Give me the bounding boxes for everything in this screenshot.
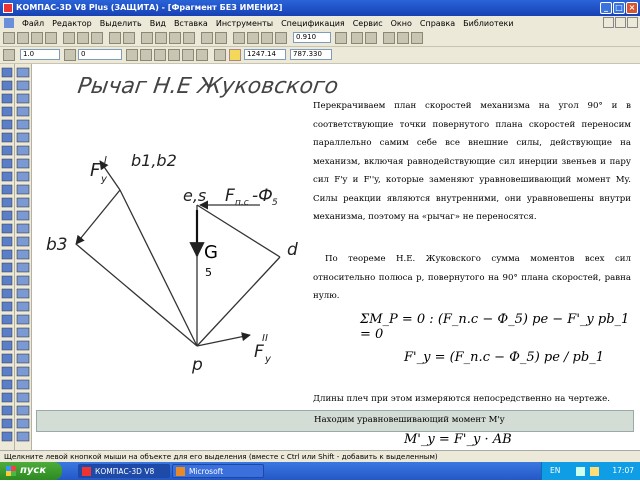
system-tray: EN 17:07 (541, 462, 640, 480)
label-fpc-sub: п.с (235, 198, 249, 208)
formula-my: M'_y = F'_y · AB (404, 432, 512, 447)
lever-drawing: Рычаг Н.Е Жуковского F y I b1,b2 e,s F п… (46, 73, 340, 375)
paragraph-1: Перекрачиваем план скоростей механизма н… (313, 101, 631, 222)
label-g5-sub: 5 (205, 266, 212, 279)
label-fy1-sup: I (104, 155, 107, 166)
kompas-icon (82, 467, 91, 476)
label-fy1: F (90, 160, 101, 181)
tray-volume-icon[interactable] (590, 467, 599, 476)
label-phi5: -Ф (252, 186, 273, 206)
tray-icon[interactable] (576, 467, 585, 476)
label-d: d (287, 240, 298, 260)
line-b1-b3 (75, 189, 121, 245)
status-bar: Щелкните левой кнопкой мыши на объекте д… (0, 450, 640, 462)
taskbar: пуск КОМПАС-3D V8 Plus ... Microsoft Pow… (0, 462, 640, 490)
label-fy2-sup: II (262, 333, 268, 344)
label-es: e,s (183, 186, 206, 205)
formula-moment-sum: ΣM_P = 0 : (F_п.с − Ф_5) pe − F'_y pb_1 … (360, 312, 630, 342)
paragraph-3: Длины плеч при этом измеряются непосредс… (313, 394, 610, 404)
clock: 17:07 (612, 466, 634, 475)
paragraph-2: По теореме Н.Е. Жуковского сумма моменто… (313, 254, 631, 301)
task-kompas[interactable]: КОМПАС-3D V8 Plus ... (78, 464, 170, 490)
line-p-b1 (119, 189, 198, 347)
label-fy2-sub: y (264, 354, 272, 365)
powerpoint-icon (176, 467, 185, 476)
line-p-b3 (75, 243, 198, 347)
language-indicator[interactable]: EN (550, 462, 560, 480)
label-fy1-sub: y (100, 174, 108, 185)
label-b3: b3 (46, 235, 68, 255)
paragraph-4: Находим уравновешивающий момент M'y (314, 415, 505, 425)
label-g5: G (204, 242, 218, 263)
label-p: p (191, 355, 203, 375)
label-fy2: F (254, 342, 264, 362)
drawing-title: Рычаг Н.Е Жуковского (76, 73, 340, 99)
start-button[interactable]: пуск (0, 462, 62, 480)
bottom-panel: Находим уравновешивающий момент M'y (36, 410, 634, 432)
formula-fy: F'_y = (F_п.с − Ф_5) pe / pb_1 (404, 350, 604, 365)
label-phi5-sub: 5 (272, 198, 278, 208)
task-powerpoint[interactable]: Microsoft PowerPoint ... (172, 464, 264, 490)
label-b1b2: b1,b2 (131, 151, 177, 170)
label-fpc: F (225, 186, 235, 206)
windows-flag-icon (6, 466, 16, 476)
